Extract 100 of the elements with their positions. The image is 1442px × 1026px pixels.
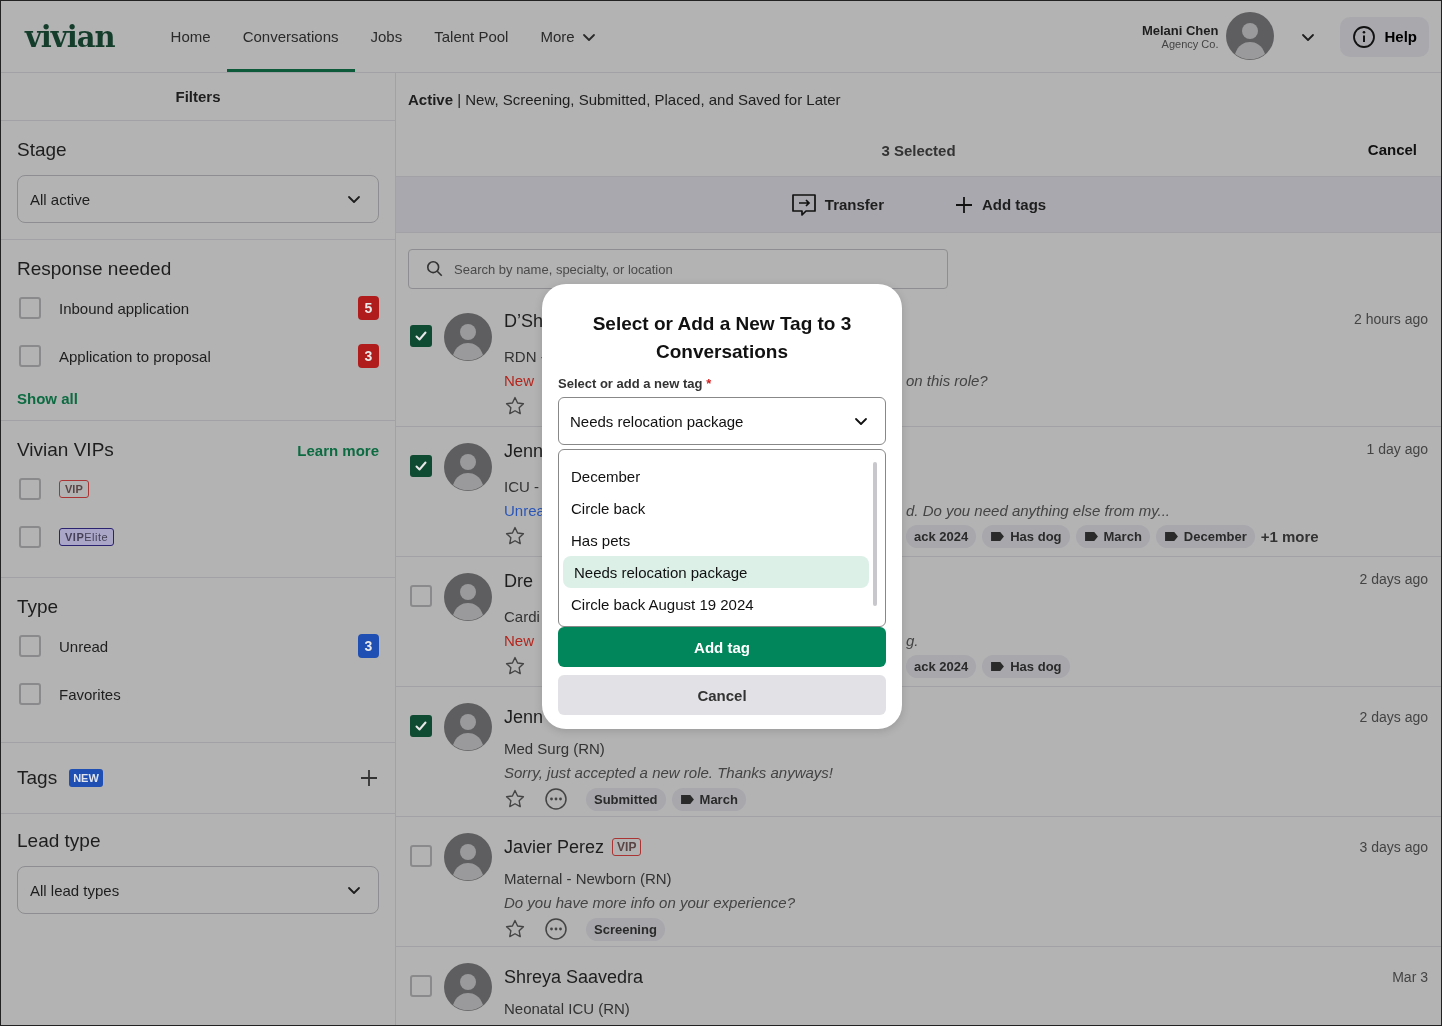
tag-option[interactable]: December bbox=[563, 460, 869, 492]
vip-elite-badge: VIPElite bbox=[59, 528, 115, 546]
timestamp: 2 days ago bbox=[1359, 709, 1428, 725]
star-icon[interactable] bbox=[504, 525, 526, 547]
stage-chip: ack 2024 bbox=[906, 654, 977, 678]
count-badge: 5 bbox=[358, 296, 379, 320]
checkbox[interactable] bbox=[19, 478, 41, 500]
tag-chip: Has dog bbox=[982, 654, 1070, 678]
star-icon[interactable] bbox=[504, 918, 526, 940]
cancel-button[interactable]: Cancel bbox=[558, 675, 886, 715]
more-options-icon[interactable] bbox=[544, 787, 568, 811]
specialty-text: Maternal - Newborn (RN) bbox=[504, 870, 672, 887]
vip-badge: VIP bbox=[59, 480, 89, 498]
add-tag-button[interactable]: Add tag bbox=[558, 627, 886, 667]
tag-icon bbox=[990, 660, 1006, 672]
candidate-name[interactable]: Jenn bbox=[504, 706, 544, 728]
star-icon[interactable] bbox=[504, 395, 526, 417]
new-badge: NEW bbox=[69, 769, 103, 787]
nav-tab[interactable]: Talent Pool bbox=[418, 4, 525, 72]
required-mark: * bbox=[706, 376, 712, 391]
checkbox[interactable] bbox=[410, 715, 432, 737]
tag-option[interactable]: Has pets bbox=[563, 524, 869, 556]
avatar-icon bbox=[444, 443, 492, 491]
candidate-name[interactable]: Jenn bbox=[504, 441, 542, 471]
tag-chip: March bbox=[1075, 524, 1150, 548]
star-icon[interactable] bbox=[504, 655, 526, 677]
tag-icon bbox=[1083, 530, 1099, 542]
section-heading: Lead type bbox=[17, 830, 101, 852]
message-preview: Do you have more info on your experience? bbox=[504, 894, 795, 911]
count-badge: 3 bbox=[358, 344, 379, 368]
timestamp: Mar 3 bbox=[1392, 969, 1428, 985]
filter-label: Unread bbox=[59, 637, 109, 655]
checkbox[interactable] bbox=[410, 585, 432, 607]
star-icon[interactable] bbox=[504, 788, 526, 810]
tag-icon bbox=[1163, 530, 1179, 542]
checkbox[interactable] bbox=[19, 526, 41, 548]
checkbox[interactable] bbox=[19, 345, 41, 367]
count-badge: 3 bbox=[358, 634, 379, 658]
avatar-icon bbox=[444, 313, 492, 361]
section-heading: Type bbox=[17, 596, 59, 618]
candidate-name[interactable]: D’Sh bbox=[504, 311, 542, 341]
avatar-icon bbox=[444, 703, 492, 751]
checkmark-icon bbox=[413, 328, 429, 344]
checkbox[interactable] bbox=[19, 635, 41, 657]
add-icon[interactable] bbox=[359, 768, 379, 788]
section-heading: Stage bbox=[17, 139, 67, 161]
tag-option[interactable]: Circle back August 19 2024 bbox=[563, 588, 869, 620]
checkbox[interactable] bbox=[19, 683, 41, 705]
more-tags-link[interactable]: +1 more bbox=[1260, 527, 1319, 545]
checkbox[interactable] bbox=[410, 455, 432, 477]
more-menu[interactable]: More bbox=[524, 4, 613, 72]
tag-option[interactable]: Needs relocation package bbox=[563, 556, 869, 588]
candidate-name[interactable]: Dre bbox=[504, 571, 542, 601]
dialog-title: Select or Add a New Tag to 3 Conversations bbox=[591, 312, 853, 364]
section-heading: Tags bbox=[17, 767, 58, 789]
avatar-icon bbox=[444, 573, 492, 621]
lead-type-dropdown[interactable]: All lead types bbox=[17, 866, 379, 914]
candidate-name[interactable]: Shreya Saavedra bbox=[504, 966, 644, 988]
checkmark-icon bbox=[413, 458, 429, 474]
checkbox[interactable] bbox=[410, 975, 432, 997]
message-preview: Sorry, just accepted a new role. Thanks anyways! bbox=[504, 764, 834, 781]
status-text: New bbox=[504, 632, 535, 649]
add-tags-button[interactable]: Add tags bbox=[948, 193, 1053, 216]
tag-dropdown[interactable]: Needs relocation package bbox=[558, 397, 886, 445]
filter-label: Inbound application bbox=[59, 299, 190, 317]
specialty-text: RDN - bbox=[504, 348, 542, 365]
avatar-icon bbox=[444, 963, 492, 1011]
message-preview: g. bbox=[906, 632, 920, 649]
avatar-icon bbox=[1226, 11, 1275, 60]
tag-icon bbox=[990, 530, 1006, 542]
selection-count: 3 Selected bbox=[881, 142, 956, 159]
nav-tab[interactable]: Home bbox=[154, 4, 227, 72]
tag-option[interactable]: Circle back bbox=[563, 492, 869, 524]
stage-chip: Submitted bbox=[586, 787, 666, 811]
specialty-text: Med Surg (RN) bbox=[504, 740, 605, 757]
tag-chip: Has dog bbox=[982, 524, 1070, 548]
nav-tab[interactable]: Conversations bbox=[226, 4, 355, 72]
search-icon bbox=[426, 260, 444, 278]
field-label: Select or add a new tag bbox=[558, 376, 703, 391]
filter-label: Favorites bbox=[59, 685, 121, 703]
tag-chip: March bbox=[671, 787, 746, 811]
filter-label: Application to proposal bbox=[59, 347, 211, 365]
section-heading: Response needed bbox=[17, 258, 172, 280]
checkbox[interactable] bbox=[410, 845, 432, 867]
filters-title: Filters bbox=[1, 73, 395, 121]
checkbox[interactable] bbox=[410, 325, 432, 347]
tag-icon bbox=[679, 793, 695, 805]
status-text: New bbox=[504, 372, 535, 389]
logo[interactable]: vivian bbox=[25, 19, 115, 54]
specialty-text: Neonatal ICU (RN) bbox=[504, 1000, 630, 1017]
nav-tab[interactable]: Jobs bbox=[354, 4, 419, 72]
stage-dropdown[interactable]: All active bbox=[17, 175, 379, 223]
cancel-selection-button[interactable]: Cancel bbox=[1367, 141, 1417, 158]
candidate-name[interactable]: Javier Perez bbox=[504, 836, 605, 858]
transfer-button[interactable]: Transfer bbox=[784, 191, 890, 218]
help-button[interactable]: Help bbox=[1340, 16, 1429, 57]
search-field[interactable]: Search by name, specialty, or location bbox=[408, 249, 948, 289]
timestamp: 2 days ago bbox=[1359, 571, 1428, 589]
checkbox[interactable] bbox=[19, 297, 41, 319]
more-options-icon[interactable] bbox=[544, 917, 568, 941]
